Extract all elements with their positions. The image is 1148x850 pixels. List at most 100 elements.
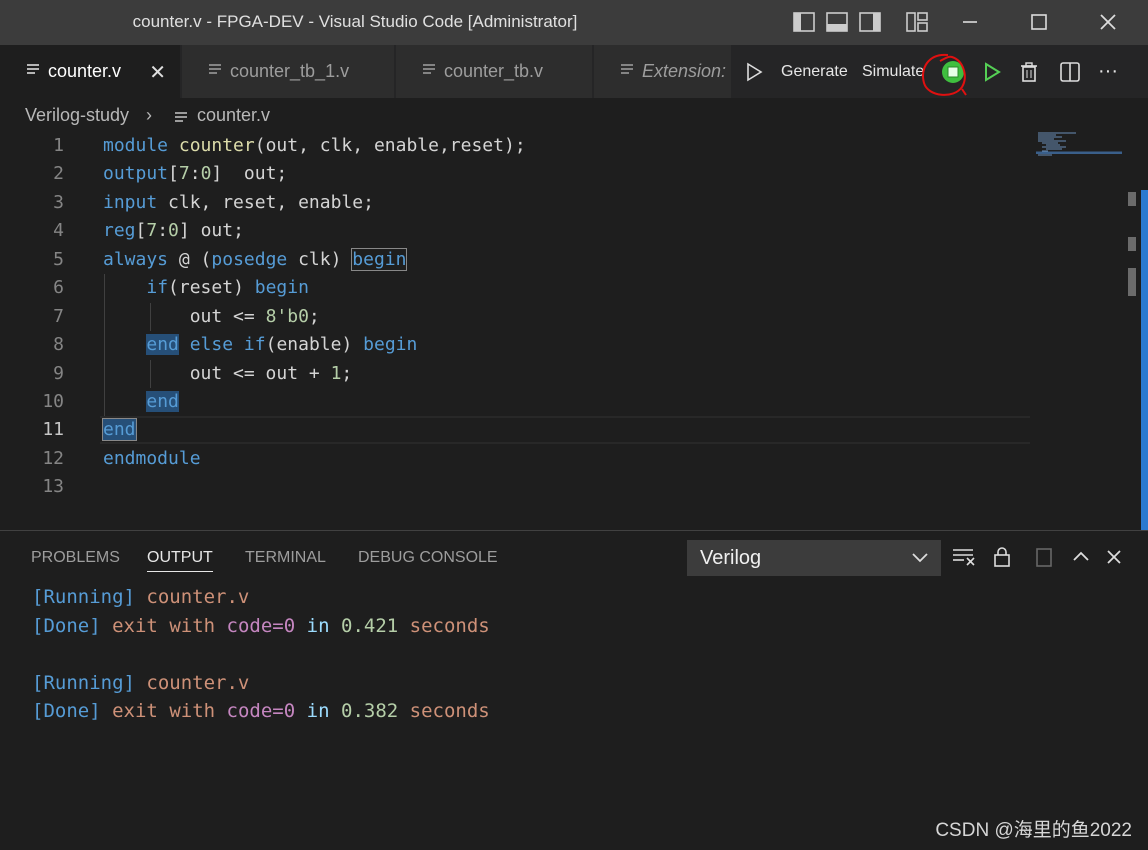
- code-line: 7 out <= 8'b0;: [0, 303, 1030, 331]
- tab-debug-console[interactable]: DEBUG CONSOLE: [358, 549, 498, 567]
- code-text: input clk, reset, enable;: [103, 192, 374, 213]
- editor-actions: Generate Simulate ···: [732, 45, 1148, 98]
- window-edge-accent: [1141, 190, 1148, 530]
- line-number: 12: [42, 448, 64, 469]
- lock-icon[interactable]: [989, 543, 1015, 571]
- scrollbar-thumb[interactable]: [1128, 268, 1136, 296]
- toggle-primary-sidebar-icon[interactable]: [792, 11, 816, 33]
- trash-icon[interactable]: [1019, 45, 1039, 98]
- file-lines-icon: [174, 109, 188, 130]
- line-number: 3: [53, 192, 64, 213]
- breadcrumb-file[interactable]: counter.v: [197, 105, 270, 126]
- split-editor-icon[interactable]: [1059, 45, 1081, 98]
- open-log-file-icon[interactable]: [1031, 543, 1057, 571]
- tab-extension[interactable]: Extension:: [594, 45, 732, 98]
- run-green-icon[interactable]: [982, 45, 1002, 98]
- code-text: always @ (posedge clk) begin: [103, 248, 408, 271]
- code-text: output[7:0] out;: [103, 163, 288, 184]
- code-text: end: [102, 418, 137, 441]
- tab-label: Extension:: [642, 61, 727, 81]
- breadcrumb-folder[interactable]: Verilog-study: [25, 105, 129, 126]
- close-window-button[interactable]: [1088, 8, 1128, 36]
- code-line: 13: [0, 473, 1030, 501]
- code-line: 4 reg[7:0] out;: [0, 217, 1030, 245]
- code-text: if(reset) begin: [146, 277, 309, 298]
- file-lines-icon: [422, 61, 436, 82]
- line-number: 4: [53, 220, 64, 241]
- code-line: 11 end: [0, 416, 1030, 444]
- close-tab-icon[interactable]: ✕: [149, 60, 166, 85]
- line-number: 9: [53, 363, 64, 384]
- code-text: end: [146, 391, 179, 412]
- output-tag: [Running]: [32, 672, 135, 694]
- file-lines-icon: [208, 61, 222, 82]
- tab-terminal[interactable]: TERMINAL: [245, 549, 326, 567]
- output-channel-value: Verilog: [700, 547, 762, 569]
- output-line: [Done] exit with code=0 in 0.382 seconds: [32, 700, 490, 722]
- code-line: 5 always @ (posedge clk) begin: [0, 246, 1030, 274]
- line-number: 13: [42, 476, 64, 497]
- maximize-button[interactable]: [1019, 8, 1059, 36]
- output-tag: [Done]: [32, 615, 101, 637]
- simulate-button[interactable]: Simulate: [862, 45, 924, 98]
- tab-counter-v[interactable]: counter.v ✕: [0, 45, 181, 98]
- output-line: [Running] counter.v: [32, 672, 249, 694]
- output-tag: [Running]: [32, 586, 135, 608]
- code-text: module counter(out, clk, enable,reset);: [103, 135, 526, 156]
- tab-label: counter_tb_1.v: [230, 61, 350, 81]
- generate-button[interactable]: Generate: [781, 45, 848, 98]
- line-number: 6: [53, 277, 64, 298]
- code-text: reg[7:0] out;: [103, 220, 244, 241]
- output-channel-select[interactable]: Verilog: [687, 540, 941, 576]
- close-panel-icon[interactable]: [1101, 543, 1127, 571]
- line-number: 2: [53, 163, 64, 184]
- code-text: endmodule: [103, 448, 201, 469]
- code-line: 2 output[7:0] out;: [0, 160, 1030, 188]
- tab-label: counter.v: [48, 61, 122, 81]
- bottom-panel: PROBLEMS OUTPUT TERMINAL DEBUG CONSOLE V…: [0, 530, 1148, 850]
- file-lines-icon: [620, 61, 634, 82]
- output-text: counter.v: [146, 586, 250, 608]
- tab-output[interactable]: OUTPUT: [147, 549, 213, 572]
- chevron-up-icon[interactable]: [1068, 543, 1094, 571]
- minimize-button[interactable]: [950, 8, 990, 36]
- annotation-circle-icon: [922, 53, 967, 96]
- tab-counter-tb-1-v[interactable]: counter_tb_1.v: [182, 45, 395, 98]
- output-tag: [Done]: [32, 700, 101, 722]
- chevron-right-icon: ›: [146, 105, 152, 125]
- file-lines-icon: [26, 61, 40, 82]
- output-text: counter.v: [146, 672, 250, 694]
- more-actions-icon[interactable]: ···: [1098, 45, 1118, 98]
- clear-output-icon[interactable]: [951, 543, 977, 571]
- output-line: [Running] counter.v: [32, 586, 249, 608]
- code-line: 1 module counter(out, clk, enable,reset)…: [0, 132, 1030, 160]
- minimap[interactable]: [1036, 132, 1122, 157]
- code-line: 3 input clk, reset, enable;: [0, 189, 1030, 217]
- line-number: 5: [53, 249, 64, 270]
- code-line: 6 if(reset) begin: [0, 274, 1030, 302]
- toggle-panel-icon[interactable]: [825, 11, 849, 33]
- customize-layout-icon[interactable]: [905, 11, 929, 33]
- line-number: 7: [53, 306, 64, 327]
- code-text: out <= 8'b0;: [103, 306, 320, 327]
- code-line: 12 endmodule: [0, 445, 1030, 473]
- chevron-down-icon: [911, 548, 929, 572]
- code-text: out <= out + 1;: [103, 363, 353, 384]
- run-icon[interactable]: [744, 45, 764, 98]
- watermark: CSDN @海里的鱼2022: [935, 820, 1132, 841]
- tab-counter-tb-v[interactable]: counter_tb.v: [396, 45, 593, 98]
- code-editor[interactable]: 1 module counter(out, clk, enable,reset)…: [0, 132, 1148, 530]
- line-number: 1: [53, 135, 64, 156]
- code-line: 8 end else if(enable) begin: [0, 331, 1030, 359]
- toggle-secondary-sidebar-icon[interactable]: [858, 11, 882, 33]
- line-number: 8: [53, 334, 64, 355]
- tab-label: counter_tb.v: [444, 61, 544, 81]
- tab-problems[interactable]: PROBLEMS: [31, 549, 120, 567]
- output-line: [Done] exit with code=0 in 0.421 seconds: [32, 615, 490, 637]
- window-title: counter.v - FPGA-DEV - Visual Studio Cod…: [132, 12, 578, 31]
- code-text: end else if(enable) begin: [146, 334, 418, 355]
- line-number: 11: [42, 419, 64, 440]
- code-line: 9 out <= out + 1;: [0, 360, 1030, 388]
- breadcrumb: Verilog-study › counter.v: [0, 98, 1148, 132]
- title-bar: counter.v - FPGA-DEV - Visual Studio Cod…: [0, 0, 1148, 45]
